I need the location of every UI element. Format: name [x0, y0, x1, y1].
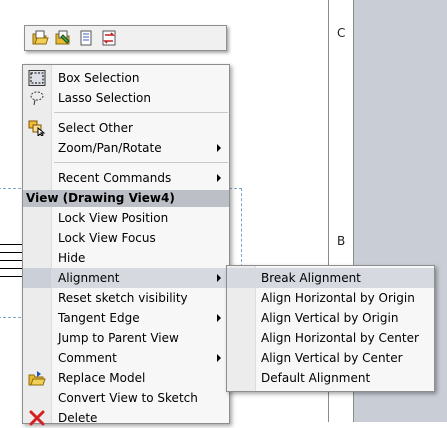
submenu-arrow-icon — [217, 314, 221, 322]
submenu-item-default-alignment[interactable]: Default Alignment — [227, 368, 434, 388]
zone-letter-c: C — [337, 26, 346, 40]
model-edge-line — [0, 268, 24, 269]
model-edge-line — [0, 252, 24, 253]
menu-item-replace-model[interactable]: Replace Model — [23, 368, 229, 388]
menu-item-select-other[interactable]: Select Other — [23, 118, 229, 138]
edit-sheet-button[interactable] — [53, 28, 73, 48]
submenu-item-align-horizontal-by-center[interactable]: Align Horizontal by Center — [227, 328, 434, 348]
menu-item-comment[interactable]: Comment — [23, 348, 229, 368]
menu-item-lock-view-position[interactable]: Lock View Position — [23, 208, 229, 228]
open-drawing-button[interactable] — [30, 28, 50, 48]
swap-button[interactable] — [99, 28, 119, 48]
select-other-icon — [28, 120, 46, 136]
menu-separator — [54, 162, 228, 163]
menu-separator — [54, 112, 228, 113]
menu-item-convert-view-to-sketch[interactable]: Convert View to Sketch — [23, 388, 229, 408]
menu-item-tangent-edge[interactable]: Tangent Edge — [23, 308, 229, 328]
menu-item-alignment[interactable]: Alignment — [23, 268, 229, 288]
submenu-arrow-icon — [217, 274, 221, 282]
menu-item-zoom-pan-rotate[interactable]: Zoom/Pan/Rotate — [23, 138, 229, 158]
swap-icon — [102, 30, 116, 46]
menu-item-delete[interactable]: Delete — [23, 408, 229, 428]
context-menu: Box Selection Lasso Selection Select Oth… — [22, 64, 230, 426]
delete-icon — [28, 410, 46, 426]
submenu-arrow-icon — [217, 354, 221, 362]
menu-item-hide[interactable]: Hide — [23, 248, 229, 268]
menu-item-jump-to-parent-view[interactable]: Jump to Parent View — [23, 328, 229, 348]
menu-item-lasso-selection[interactable]: Lasso Selection — [23, 88, 229, 108]
replace-model-icon — [28, 370, 46, 386]
menu-item-box-selection[interactable]: Box Selection — [23, 68, 229, 88]
alignment-submenu: Break Alignment Align Horizontal by Orig… — [226, 265, 435, 392]
model-edge-line — [0, 276, 24, 277]
context-toolbar — [24, 25, 227, 51]
layers-button[interactable] — [76, 28, 96, 48]
lasso-icon — [28, 90, 46, 106]
box-selection-icon — [28, 70, 46, 86]
model-edge-line — [0, 260, 24, 261]
submenu-item-break-alignment[interactable]: Break Alignment — [227, 268, 434, 288]
model-edge-line — [0, 244, 24, 245]
menu-item-lock-view-focus[interactable]: Lock View Focus — [23, 228, 229, 248]
submenu-arrow-icon — [217, 144, 221, 152]
edit-sheet-icon — [55, 30, 70, 45]
zone-letter-b: B — [337, 234, 346, 248]
submenu-item-align-vertical-by-origin[interactable]: Align Vertical by Origin — [227, 308, 434, 328]
menu-item-recent-commands[interactable]: Recent Commands — [23, 168, 229, 188]
submenu-item-align-horizontal-by-origin[interactable]: Align Horizontal by Origin — [227, 288, 434, 308]
open-drawing-icon — [32, 30, 49, 45]
submenu-item-align-vertical-by-center[interactable]: Align Vertical by Center — [227, 348, 434, 368]
layers-icon — [80, 30, 92, 46]
menu-item-reset-sketch-visibility[interactable]: Reset sketch visibility — [23, 288, 229, 308]
menu-section-header: View (Drawing View4) — [23, 190, 229, 207]
submenu-arrow-icon — [217, 174, 221, 182]
